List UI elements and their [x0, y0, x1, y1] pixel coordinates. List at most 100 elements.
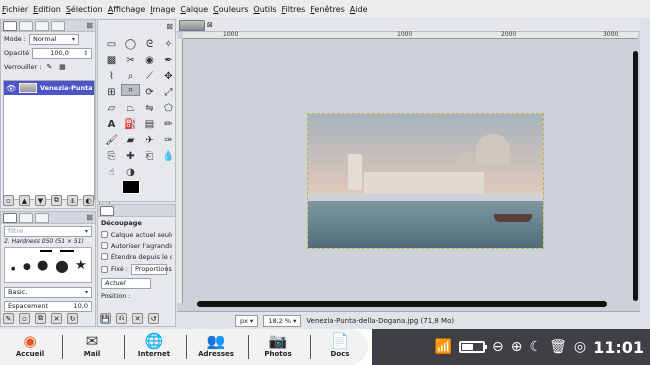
- scale-icon[interactable]: ⤢: [159, 84, 178, 100]
- checkbox[interactable]: [101, 265, 108, 273]
- foreground-color[interactable]: [122, 180, 140, 194]
- mode-select[interactable]: Normal ▾: [28, 33, 79, 45]
- eye-icon[interactable]: 👁: [6, 84, 16, 93]
- duplicate-layer-icon[interactable]: ⧉: [51, 195, 62, 206]
- ruler-vertical[interactable]: [177, 39, 183, 303]
- mask-icon[interactable]: ◐: [83, 195, 94, 206]
- tab-gradients[interactable]: [35, 212, 49, 223]
- heal-icon[interactable]: ✚: [121, 148, 140, 164]
- ink-icon[interactable]: ✑: [159, 132, 178, 148]
- new-brush-icon[interactable]: ▫: [19, 313, 30, 324]
- ratio-field[interactable]: Actuel: [101, 277, 151, 289]
- menu-selection[interactable]: Sélection: [66, 5, 103, 14]
- menu-calque[interactable]: Calque: [180, 5, 208, 14]
- save-options-icon[interactable]: 💾: [100, 313, 111, 324]
- menu-aide[interactable]: Aide: [350, 5, 368, 14]
- ellipse-select-icon[interactable]: ◯: [121, 36, 140, 52]
- dodge-burn-icon[interactable]: ◑: [121, 164, 140, 180]
- close-icon[interactable]: ⊠: [86, 21, 93, 30]
- checkbox[interactable]: [101, 253, 108, 260]
- tab-layers[interactable]: [3, 20, 17, 31]
- brush-lock-icon[interactable]: ✎: [44, 62, 54, 72]
- menu-couleurs[interactable]: Couleurs: [213, 5, 248, 14]
- cage-icon[interactable]: ⬠: [159, 100, 178, 116]
- brush-dot[interactable]: ●: [37, 258, 48, 273]
- zoom-icon[interactable]: ⌕: [121, 68, 140, 84]
- option-row[interactable]: Étendre depuis le c: [98, 251, 175, 262]
- moon-icon[interactable]: ☾: [530, 339, 543, 355]
- tab-paths[interactable]: [35, 20, 49, 31]
- duplicate-brush-icon[interactable]: ⧉: [35, 313, 46, 324]
- brush-grid[interactable]: ● ● ● ● ★: [4, 247, 92, 283]
- option-row[interactable]: Calque actuel seule: [98, 229, 175, 240]
- close-icon[interactable]: ⊠: [207, 21, 213, 29]
- lower-layer-icon[interactable]: ▼: [35, 195, 46, 206]
- shear-icon[interactable]: ▱: [102, 100, 121, 116]
- unit-select[interactable]: px ▾: [235, 314, 259, 327]
- tab-undo[interactable]: [51, 20, 65, 31]
- checkbox[interactable]: [101, 231, 108, 238]
- close-icon[interactable]: ⊠: [166, 22, 173, 31]
- wifi-icon[interactable]: 📶: [435, 339, 452, 355]
- tab-brushes[interactable]: [3, 212, 17, 223]
- brush-line[interactable]: [60, 250, 74, 252]
- foreground-select-icon[interactable]: ◉: [140, 52, 159, 68]
- trash-icon[interactable]: 🗑: [549, 339, 567, 355]
- dock-item-internet[interactable]: 🌐 Internet: [126, 332, 182, 358]
- fuzzy-select-icon[interactable]: ✧: [159, 36, 178, 52]
- volume-up-icon[interactable]: ⊕: [511, 339, 523, 355]
- rotate-icon[interactable]: ⟳: [140, 84, 159, 100]
- delete-options-icon[interactable]: ✕: [132, 313, 143, 324]
- volume-down-icon[interactable]: ⊖: [492, 339, 504, 355]
- dock-item-docs[interactable]: 📄 Docs: [312, 332, 368, 358]
- color-picker-icon[interactable]: ⌇: [102, 68, 121, 84]
- horizontal-scrollbar[interactable]: [197, 301, 607, 307]
- menu-fenetres[interactable]: Fenêtres: [310, 5, 344, 14]
- menu-affichage[interactable]: Affichage: [108, 5, 146, 14]
- vertical-scrollbar[interactable]: [633, 51, 638, 301]
- dock-item-adresses[interactable]: 👥 Adresses: [188, 332, 244, 358]
- rect-select-icon[interactable]: ▭: [102, 36, 121, 52]
- flip-icon[interactable]: ⇋: [140, 100, 159, 116]
- tab-channels[interactable]: [19, 20, 33, 31]
- measure-icon[interactable]: ⟋: [140, 68, 159, 84]
- option-row[interactable]: Autoriser l'agrandis: [98, 240, 175, 251]
- blur-icon[interactable]: 💧: [159, 148, 178, 164]
- zoom-select[interactable]: 18,2 % ▾: [263, 314, 302, 327]
- new-layer-icon[interactable]: ▫: [3, 195, 14, 206]
- restore-options-icon[interactable]: ⎌: [116, 313, 127, 324]
- align-icon[interactable]: ⊞: [102, 84, 121, 100]
- menu-edition[interactable]: Edition: [33, 5, 61, 14]
- anchor-icon[interactable]: ⚓: [67, 195, 78, 206]
- clone-icon[interactable]: ⎘: [102, 148, 121, 164]
- tab-patterns[interactable]: [19, 212, 33, 223]
- edit-brush-icon[interactable]: ✎: [3, 313, 14, 324]
- brush-line[interactable]: [40, 250, 52, 252]
- move-icon[interactable]: ✥: [159, 68, 178, 84]
- delete-brush-icon[interactable]: ✕: [51, 313, 62, 324]
- perspective-icon[interactable]: ⏢: [121, 100, 140, 116]
- star-icon[interactable]: ★: [75, 258, 87, 273]
- close-icon[interactable]: ⊠: [86, 213, 93, 222]
- color-select-icon[interactable]: ▩: [102, 52, 121, 68]
- text-icon[interactable]: A: [102, 116, 121, 132]
- menu-image[interactable]: Image: [150, 5, 175, 14]
- scissors-icon[interactable]: ✂: [121, 52, 140, 68]
- image-tab[interactable]: [179, 19, 205, 31]
- reset-options-icon[interactable]: ↺: [148, 313, 159, 324]
- refresh-icon[interactable]: ↻: [67, 313, 78, 324]
- paintbrush-icon[interactable]: 🖌: [102, 132, 121, 148]
- paths-icon[interactable]: ✒: [159, 52, 178, 68]
- battery-indicator[interactable]: [459, 341, 488, 353]
- spacing-field[interactable]: Espacement 10,0: [4, 300, 92, 312]
- image-canvas[interactable]: [307, 113, 544, 249]
- alpha-lock-icon[interactable]: ▦: [57, 62, 67, 72]
- pencil-icon[interactable]: ✏: [159, 116, 178, 132]
- blend-icon[interactable]: ▤: [140, 116, 159, 132]
- brush-dot[interactable]: ●: [11, 266, 15, 272]
- preset-select[interactable]: Basic, ▾: [4, 286, 92, 298]
- opacity-field[interactable]: 100,0 ⇕: [32, 47, 92, 59]
- dock-item-accueil[interactable]: ◉ Accueil: [2, 332, 58, 358]
- menu-filtres[interactable]: Filtres: [282, 5, 306, 14]
- lasso-icon[interactable]: ᘓ: [140, 36, 159, 52]
